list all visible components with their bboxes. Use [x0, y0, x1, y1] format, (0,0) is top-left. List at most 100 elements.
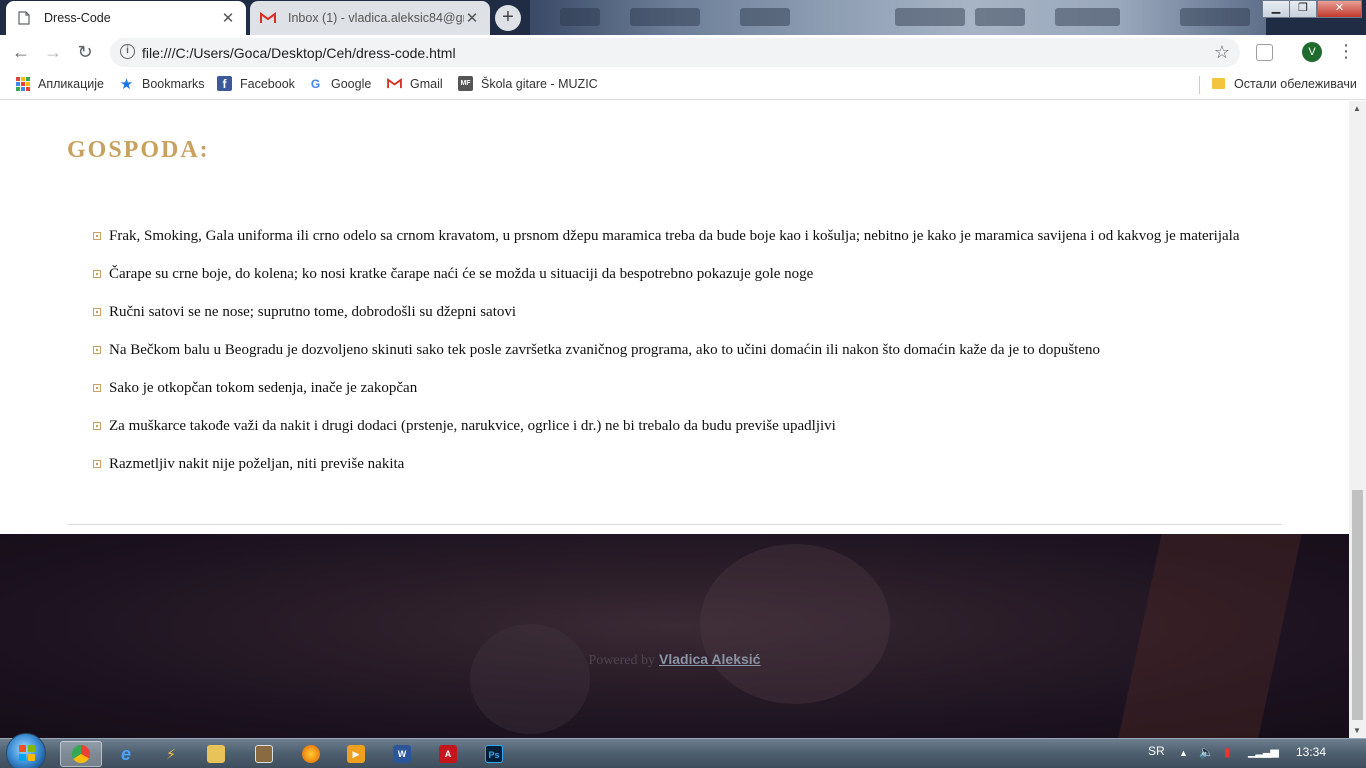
square-bullet-icon — [93, 460, 101, 468]
language-indicator[interactable]: SR — [1148, 744, 1165, 758]
power-icon[interactable]: ▮ — [1224, 745, 1231, 759]
powered-by-text: Powered by — [588, 653, 656, 668]
site-favicon-icon: MF — [458, 76, 473, 91]
minimize-button[interactable]: ▁ — [1262, 0, 1290, 18]
bookmark-facebook[interactable]: f Facebook — [217, 76, 295, 91]
acrobat-icon: A — [439, 745, 457, 763]
browser-toolbar: ← → ↻ i file:///C:/Users/Goca/Desktop/Ce… — [0, 35, 1366, 69]
list-item: Sako je otkopčan tokom sedenja, inače je… — [92, 379, 1267, 397]
bookmark-google[interactable]: G Google — [308, 76, 371, 91]
scroll-up-arrow-icon[interactable]: ▲ — [1353, 104, 1361, 113]
taskbar-app[interactable] — [243, 741, 285, 767]
square-bullet-icon — [93, 346, 101, 354]
bookmark-gmail[interactable]: Gmail — [387, 76, 443, 91]
window-close-button[interactable]: ✕ — [1317, 0, 1362, 18]
folder-icon — [207, 745, 225, 763]
taskbar-internet-explorer[interactable]: e — [105, 741, 147, 767]
photoshop-icon: Ps — [485, 745, 503, 763]
dress-code-list: Frak, Smoking, Gala uniforma ili crno od… — [92, 227, 1267, 493]
square-bullet-icon — [93, 384, 101, 392]
page-footer: Powered by Vladica Aleksić — [0, 534, 1349, 738]
square-bullet-icon — [93, 422, 101, 430]
menu-dots-icon[interactable]: ⋮ — [1337, 41, 1355, 61]
list-item: Frak, Smoking, Gala uniforma ili crno od… — [92, 227, 1267, 245]
list-item-text: Čarape su crne boje, do kolena; ko nosi … — [109, 266, 814, 282]
list-item: Na Bečkom balu u Beogradu je dozvoljeno … — [92, 341, 1267, 359]
list-item: Za muškarce takođe važi da nakit i drugi… — [92, 417, 1267, 435]
ie-icon: e — [120, 744, 131, 764]
reload-icon[interactable]: ↻ — [73, 40, 97, 64]
bookmark-label: Апликације — [38, 76, 104, 91]
volume-icon[interactable]: 🔈 — [1199, 745, 1214, 759]
footer-credit: Powered by Vladica Aleksić — [0, 651, 1349, 669]
bookmark-other-folder[interactable]: Остали обележивачи — [1211, 76, 1357, 91]
bookmark-label: Škola gitare - MUZIC — [481, 76, 598, 91]
footer-background-image — [700, 544, 890, 704]
media-player-icon: ▶ — [347, 745, 365, 763]
profile-avatar[interactable]: V — [1302, 42, 1322, 62]
bookmark-label: Bookmarks — [142, 76, 205, 91]
list-item-text: Razmetljiv nakit nije poželjan, niti pre… — [109, 456, 405, 472]
list-item-text: Na Bečkom balu u Beogradu je dozvoljeno … — [109, 342, 1100, 358]
gmail-icon — [260, 10, 276, 26]
list-item: Razmetljiv nakit nije poželjan, niti pre… — [92, 455, 1267, 473]
browser-tab-strip: Dress-Code ✕ Inbox (1) - vladica.aleksic… — [0, 0, 1366, 35]
word-icon: W — [393, 745, 411, 763]
folder-icon — [1211, 76, 1226, 91]
address-bar[interactable]: i file:///C:/Users/Goca/Desktop/Ceh/dres… — [110, 38, 1240, 67]
google-icon: G — [310, 76, 321, 91]
bookmarks-bar: Апликације ★ Bookmarks f Facebook G Goog… — [0, 69, 1366, 100]
list-item: Ručni satovi se ne nose; suprutno tome, … — [92, 303, 1267, 321]
forward-arrow-icon[interactable]: → — [41, 40, 65, 64]
tab-gmail-inbox[interactable]: Inbox (1) - vladica.aleksic84@gm ✕ — [250, 1, 490, 35]
bookmark-star-icon[interactable]: ☆ — [1214, 42, 1230, 63]
author-link[interactable]: Vladica Aleksić — [659, 651, 760, 667]
scroll-down-arrow-icon[interactable]: ▼ — [1353, 726, 1361, 735]
taskbar-media-player[interactable]: ▶ — [335, 741, 377, 767]
taskbar-app[interactable]: ⚡ — [150, 741, 192, 767]
bookmark-label: Facebook — [240, 76, 295, 91]
square-bullet-icon — [93, 308, 101, 316]
list-item-text: Sako je otkopčan tokom sedenja, inače je… — [109, 380, 418, 396]
back-arrow-icon[interactable]: ← — [9, 40, 33, 64]
close-tab-icon[interactable]: ✕ — [220, 9, 236, 27]
url-text: file:///C:/Users/Goca/Desktop/Ceh/dress-… — [142, 45, 456, 61]
scrollbar-thumb[interactable] — [1352, 490, 1363, 720]
taskbar-firefox[interactable] — [290, 741, 332, 767]
section-heading: GOSPODA: — [67, 137, 210, 163]
bookmark-label: Google — [331, 76, 372, 91]
maximize-button[interactable]: ❐ — [1289, 0, 1317, 18]
bookmark-label: Gmail — [410, 76, 443, 91]
info-icon[interactable]: i — [120, 44, 135, 59]
bookmark-apps[interactable]: Апликације — [15, 76, 104, 91]
start-button[interactable] — [6, 733, 46, 768]
extension-icon[interactable] — [1256, 44, 1273, 61]
taskbar-file-explorer[interactable] — [195, 741, 237, 767]
divider — [67, 524, 1282, 525]
list-item-text: Ručni satovi se ne nose; suprutno tome, … — [109, 304, 517, 320]
bookmark-label: Остали обележивачи — [1234, 76, 1357, 91]
chrome-icon — [72, 745, 90, 763]
clock[interactable]: 13:34 — [1296, 745, 1326, 759]
desktop-background — [530, 0, 1266, 35]
network-icon[interactable]: ▁▂▃▅ — [1248, 745, 1279, 758]
facebook-icon: f — [217, 76, 232, 91]
list-item-text: Za muškarce takođe važi da nakit i drugi… — [109, 418, 836, 434]
close-tab-icon[interactable]: ✕ — [464, 9, 480, 27]
windows-logo-icon — [19, 745, 35, 761]
tab-dress-code[interactable]: Dress-Code ✕ — [6, 1, 246, 35]
taskbar-photoshop[interactable]: Ps — [473, 741, 515, 767]
taskbar-word[interactable]: W — [381, 741, 423, 767]
list-item-text: Frak, Smoking, Gala uniforma ili crno od… — [109, 228, 1240, 244]
tray-expand-icon[interactable]: ▲ — [1179, 748, 1188, 758]
bookmark-skola-gitare[interactable]: MF Škola gitare - MUZIC — [458, 76, 598, 91]
taskbar-acrobat[interactable]: A — [427, 741, 469, 767]
bookmark-bookmarks[interactable]: ★ Bookmarks — [119, 75, 205, 93]
taskbar-chrome[interactable] — [60, 741, 102, 767]
app-icon — [255, 745, 273, 763]
footer-background-image — [1118, 534, 1302, 738]
new-tab-button[interactable]: + — [495, 5, 521, 31]
tab-title: Inbox (1) - vladica.aleksic84@gm — [288, 11, 464, 25]
page-icon — [16, 10, 32, 26]
star-icon: ★ — [119, 75, 134, 93]
